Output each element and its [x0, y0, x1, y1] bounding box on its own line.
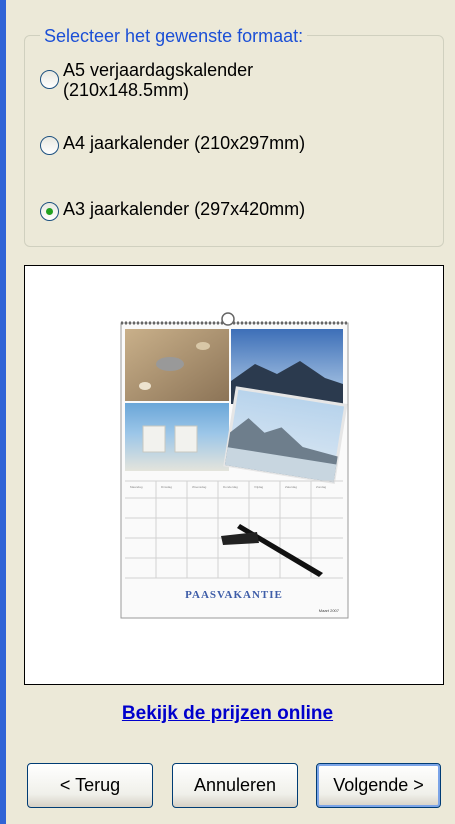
- radio-a4[interactable]: [40, 136, 59, 155]
- format-option-a3[interactable]: A3 jaarkalender (297x420mm): [40, 199, 363, 221]
- prices-online-link[interactable]: Bekijk de prijzen online: [0, 703, 455, 725]
- calendar-preview-image: Maandag Dinsdag Woensdag Donderdag Vrijd…: [120, 312, 349, 619]
- format-option-a4-label: A4 jaarkalender (210x297mm): [63, 133, 306, 153]
- photo-bay-tilted: [223, 386, 348, 484]
- svg-text:Maandag: Maandag: [130, 485, 143, 489]
- calendar-preview: Maandag Dinsdag Woensdag Donderdag Vrijd…: [24, 265, 444, 685]
- window-frame-left: [0, 0, 6, 824]
- calendar-caption: PAASVAKANTIE: [185, 589, 283, 601]
- format-option-a3-label: A3 jaarkalender (297x420mm): [63, 199, 306, 219]
- format-option-a5-label: A5 verjaardagskalender (210x148.5mm): [63, 60, 254, 100]
- format-option-a5[interactable]: A5 verjaardagskalender (210x148.5mm): [40, 60, 363, 100]
- format-group-legend: Selecteer het gewenste formaat:: [40, 26, 308, 46]
- next-button[interactable]: Volgende >: [316, 763, 441, 808]
- svg-text:Vrijdag: Vrijdag: [254, 485, 264, 489]
- radio-a5[interactable]: [40, 70, 59, 89]
- back-button[interactable]: < Terug: [27, 763, 153, 808]
- svg-text:Donderdag: Donderdag: [223, 485, 238, 489]
- calendar-month: Maart 2007: [319, 608, 340, 613]
- svg-text:Zondag: Zondag: [316, 485, 327, 489]
- svg-text:Zaterdag: Zaterdag: [285, 485, 297, 489]
- svg-text:Woensdag: Woensdag: [192, 485, 207, 489]
- format-option-a4[interactable]: A4 jaarkalender (210x297mm): [40, 133, 363, 155]
- svg-text:Dinsdag: Dinsdag: [161, 485, 172, 489]
- radio-a3[interactable]: [40, 202, 59, 221]
- cancel-button[interactable]: Annuleren: [172, 763, 298, 808]
